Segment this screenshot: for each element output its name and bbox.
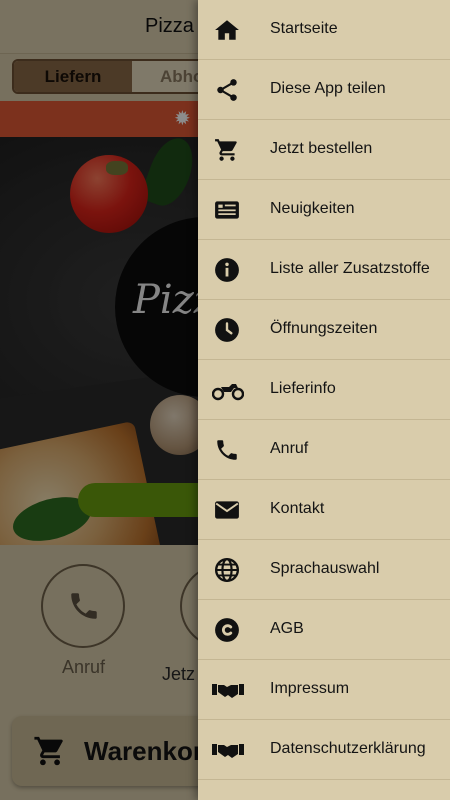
menu-item-label: Datenschutzerklärung (270, 740, 426, 757)
menu-item-opening-hours[interactable]: Öffnungszeiten (198, 300, 450, 360)
info-icon (214, 257, 240, 283)
envelope-icon (214, 497, 240, 523)
menu-item-label: Startseite (270, 20, 338, 37)
menu-item-label: Öffnungszeiten (270, 320, 378, 337)
menu-item-additives[interactable]: Liste aller Zusatzstoffe (198, 240, 450, 300)
menu-item-news[interactable]: Neuigkeiten (198, 180, 450, 240)
menu-item-privacy[interactable]: Datenschutzerklärung (198, 720, 450, 780)
handshake-icon (212, 677, 244, 703)
menu-item-startseite[interactable]: Startseite (198, 0, 450, 60)
globe-icon (214, 557, 240, 583)
share-icon (214, 77, 240, 103)
menu-item-label: Sprachauswahl (270, 560, 380, 577)
motorcycle-icon (212, 377, 244, 403)
navigation-drawer: Startseite Diese App teilen Jetzt bestel… (198, 0, 450, 800)
handshake-icon (212, 737, 244, 763)
menu-item-language[interactable]: Sprachauswahl (198, 540, 450, 600)
menu-item-terms[interactable]: AGB (198, 600, 450, 660)
cart-icon (214, 137, 240, 163)
menu-item-label: Anruf (270, 440, 309, 457)
menu-item-label: AGB (270, 620, 304, 637)
menu-item-delivery-info[interactable]: Lieferinfo (198, 360, 450, 420)
menu-item-label: Lieferinfo (270, 380, 336, 397)
home-icon (214, 17, 240, 43)
menu-item-contact[interactable]: Kontakt (198, 480, 450, 540)
copyright-icon (214, 617, 240, 643)
menu-item-label: Jetzt bestellen (270, 140, 373, 157)
menu-item-label: Liste aller Zusatzstoffe (270, 260, 430, 277)
menu-item-label: Diese App teilen (270, 80, 386, 97)
menu-item-label: Neuigkeiten (270, 200, 355, 217)
phone-icon (214, 437, 240, 463)
menu-item-label: Impressum (270, 680, 350, 697)
menu-item-label: Kontakt (270, 500, 325, 517)
menu-item-imprint[interactable]: Impressum (198, 660, 450, 720)
menu-item-order[interactable]: Jetzt bestellen (198, 120, 450, 180)
clock-icon (214, 317, 240, 343)
newspaper-icon (214, 197, 240, 223)
menu-item-call[interactable]: Anruf (198, 420, 450, 480)
menu-item-share[interactable]: Diese App teilen (198, 60, 450, 120)
